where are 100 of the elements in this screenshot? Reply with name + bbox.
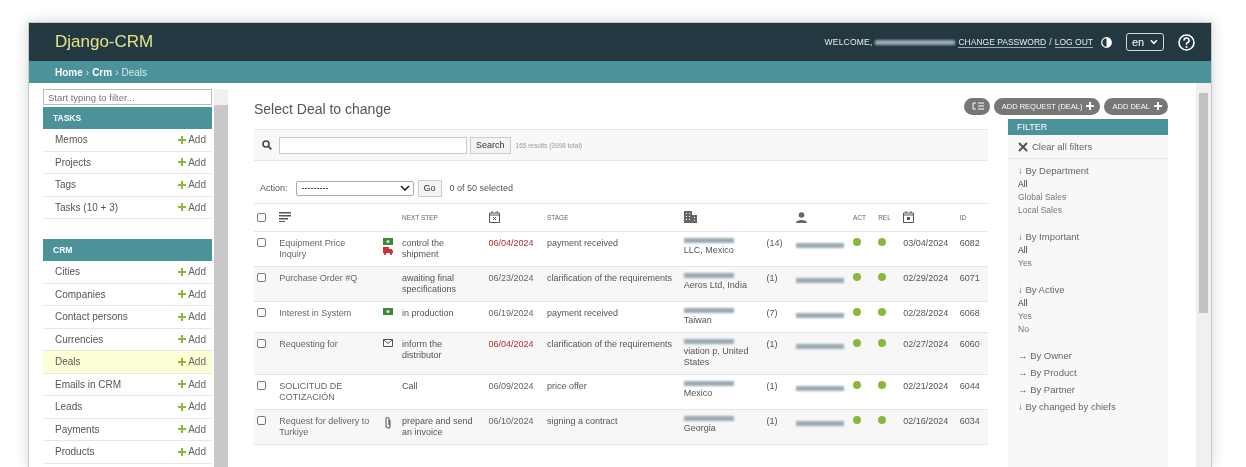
breadcrumb-separator: ›	[115, 66, 119, 78]
count-text: (7)	[766, 308, 778, 318]
filter-field[interactable]: Start typing to filter...	[43, 89, 212, 105]
company-text: LLC, Mexico	[683, 245, 734, 255]
columns-button[interactable]	[963, 97, 990, 115]
truck-icon	[382, 247, 393, 255]
action-select[interactable]: ---------	[295, 180, 414, 196]
blurred-owner	[795, 343, 844, 349]
created-date: 02/16/2024	[903, 416, 949, 426]
model-link[interactable]: Payments	[55, 423, 100, 435]
search-button[interactable]: Search	[470, 136, 511, 154]
model-link[interactable]: Emails in CRM	[55, 378, 122, 390]
row-checkbox[interactable]	[257, 308, 266, 317]
add-link[interactable]: Add	[178, 179, 206, 191]
model-link[interactable]: Products	[55, 446, 95, 458]
row-checkbox[interactable]	[257, 238, 266, 247]
sidebar-item[interactable]: Deals Add	[43, 351, 212, 374]
filter-group-title[interactable]: ↓ By changed by chiefs	[1018, 401, 1168, 412]
filter-option[interactable]: Yes	[1018, 311, 1168, 321]
add-link[interactable]: Add	[178, 423, 206, 435]
change-password-link[interactable]: CHANGE PASSWORD	[958, 36, 1047, 48]
scrollbar[interactable]	[214, 89, 228, 467]
filter-group-title[interactable]: → By Partner	[1018, 384, 1168, 395]
add-link[interactable]: Add	[178, 201, 206, 213]
blurred-owner	[795, 385, 844, 391]
help-icon[interactable]	[1178, 33, 1195, 51]
filter-group-title[interactable]: → By Owner	[1018, 350, 1168, 361]
add-link[interactable]: Add	[178, 401, 206, 413]
add-link[interactable]: Add	[178, 311, 206, 323]
model-link[interactable]: Companies	[55, 288, 106, 300]
page-title: Select Deal to change	[254, 101, 391, 117]
close-icon	[1018, 141, 1028, 152]
add-link[interactable]: Add	[178, 134, 206, 146]
row-checkbox[interactable]	[257, 416, 266, 425]
count-text: (1)	[766, 416, 778, 426]
filter-option[interactable]: All	[1018, 298, 1168, 308]
clear-filters-link[interactable]: Clear all filters	[1008, 135, 1168, 159]
filter-option[interactable]: Global Sales	[1018, 192, 1168, 202]
blurred-owner	[795, 242, 844, 248]
section-header: CRM	[43, 239, 212, 261]
filter-group-title[interactable]: ↓ By Important	[1018, 231, 1168, 242]
paperclip-icon	[383, 416, 392, 429]
language-select[interactable]: en	[1126, 33, 1164, 51]
filter-option[interactable]: Local Sales	[1018, 205, 1168, 215]
breadcrumb-link[interactable]: Crm	[92, 66, 113, 78]
deal-link[interactable]: Interest in System	[279, 308, 374, 319]
row-checkbox[interactable]	[257, 273, 266, 282]
add-link[interactable]: Add	[178, 156, 206, 168]
person-icon	[795, 211, 807, 223]
deal-link[interactable]: SOLICITUD DE COTIZACIÓN	[279, 381, 374, 403]
deal-link[interactable]: Requesting for	[279, 339, 374, 350]
blurred-owner	[795, 312, 844, 318]
model-link[interactable]: Tags	[55, 179, 77, 191]
add-link[interactable]: Add	[178, 266, 206, 278]
add-link[interactable]: Add	[178, 288, 206, 300]
plus-icon	[178, 267, 187, 276]
filter-option[interactable]: No	[1018, 324, 1168, 334]
filter-group-title[interactable]: ↓ By Active	[1018, 284, 1168, 295]
deal-link[interactable]: Request for delivery to Turkiye	[279, 416, 374, 438]
row-checkbox[interactable]	[257, 381, 266, 390]
welcome-text: WELCOME,	[824, 37, 873, 47]
blurred-text	[683, 381, 734, 386]
company-text: Georgia	[683, 423, 716, 433]
model-link[interactable]: Deals	[55, 356, 81, 368]
model-link[interactable]: Currencies	[55, 333, 104, 345]
filter-group-title[interactable]: → By Product	[1018, 367, 1168, 378]
model-link[interactable]: Leads	[55, 401, 83, 413]
model-link[interactable]: Cities	[55, 266, 80, 278]
model-link[interactable]: Contact persons	[55, 311, 128, 323]
select-all-checkbox[interactable]	[257, 212, 266, 222]
filter-option[interactable]: All	[1018, 245, 1168, 255]
contrast-icon[interactable]	[1101, 36, 1112, 48]
breadcrumb-link[interactable]: Home	[55, 66, 83, 78]
count-text: (1)	[766, 273, 778, 283]
filter-group-title[interactable]: ↓ By Department	[1018, 165, 1168, 176]
add-link[interactable]: Add	[178, 333, 206, 345]
add-link[interactable]: Add	[178, 446, 206, 458]
plus-icon	[178, 203, 187, 212]
list-icon	[279, 212, 292, 222]
company-text: viation p, United States	[683, 346, 749, 367]
deal-link[interactable]: Purchase Order #Q	[279, 273, 374, 284]
model-link[interactable]: Memos	[55, 134, 88, 146]
model-link[interactable]: Tasks (10 + 3)	[55, 201, 119, 213]
scrollbar[interactable]	[1196, 83, 1211, 467]
company-text: Mexico	[683, 388, 713, 398]
go-button[interactable]: Go	[417, 179, 442, 197]
row-checkbox[interactable]	[257, 339, 266, 348]
next-step-date: 06/23/2024	[488, 273, 534, 283]
filter-option[interactable]: Yes	[1018, 258, 1168, 268]
add-link[interactable]: Add	[178, 356, 206, 368]
created-date: 02/27/2024	[903, 339, 949, 349]
plus-icon	[178, 447, 187, 456]
model-link[interactable]: Projects	[55, 156, 92, 168]
log-out-link[interactable]: LOG OUT	[1054, 36, 1093, 48]
breadcrumb-separator: ›	[85, 66, 90, 78]
add-link[interactable]: Add	[178, 378, 206, 390]
deal-link[interactable]: Equipment Price Inquiry	[279, 238, 374, 260]
filter-option[interactable]: All	[1018, 179, 1168, 189]
search-field[interactable]	[279, 136, 467, 154]
brand-logo[interactable]: Django-CRM	[55, 32, 825, 52]
